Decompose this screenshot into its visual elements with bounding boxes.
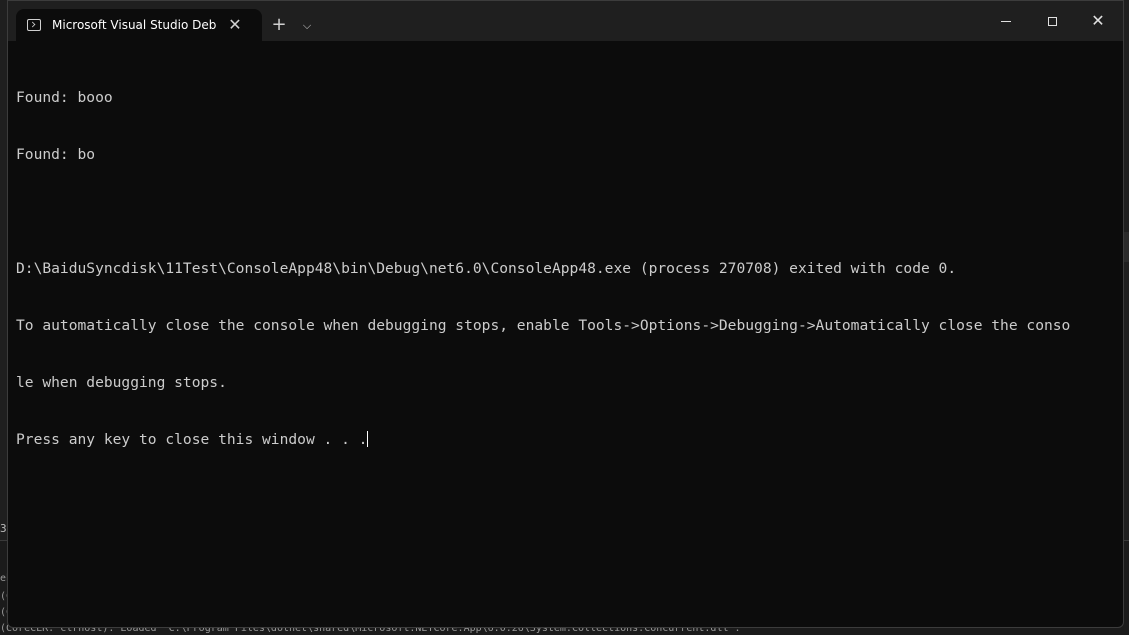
console-prompt-text: Press any key to close this window . . .	[16, 431, 368, 448]
console-output[interactable]: Found: booo Found: bo D:\BaiduSyncdisk\1…	[16, 50, 1070, 487]
title-bar[interactable]: Microsoft Visual Studio Debug Console ✕ …	[8, 1, 1123, 41]
minimize-icon	[1001, 20, 1011, 22]
close-window-button[interactable]: ✕	[1075, 5, 1121, 37]
console-line: le when debugging stops.	[16, 374, 227, 391]
tab-title: Microsoft Visual Studio Debug Console	[52, 18, 216, 32]
console-prompt-line: Press any key to close this window . . .	[16, 430, 1070, 449]
console-line: D:\BaiduSyncdisk\11Test\ConsoleApp48\bin…	[16, 260, 957, 277]
minimize-button[interactable]	[983, 5, 1029, 37]
terminal-icon	[27, 19, 41, 31]
chevron-down-icon[interactable]: ⌵	[296, 13, 318, 39]
new-tab-button[interactable]: +	[266, 13, 292, 39]
maximize-icon	[1047, 16, 1057, 26]
console-tab[interactable]: Microsoft Visual Studio Debug Console ✕	[16, 9, 262, 41]
maximize-button[interactable]	[1029, 5, 1075, 37]
console-line: To automatically close the console when …	[16, 317, 1071, 334]
desktop: 3 eb (C (C (CoreCLR: clrhost): Loaded 'C…	[0, 0, 1129, 635]
close-tab-icon[interactable]: ✕	[225, 15, 245, 35]
text-cursor	[367, 431, 369, 447]
console-line: Found: booo	[16, 89, 113, 106]
close-icon: ✕	[1091, 11, 1105, 30]
terminal-window: Microsoft Visual Studio Debug Console ✕ …	[7, 0, 1124, 628]
background-line-number: 3	[0, 522, 7, 535]
console-line: Found: bo	[16, 146, 96, 163]
